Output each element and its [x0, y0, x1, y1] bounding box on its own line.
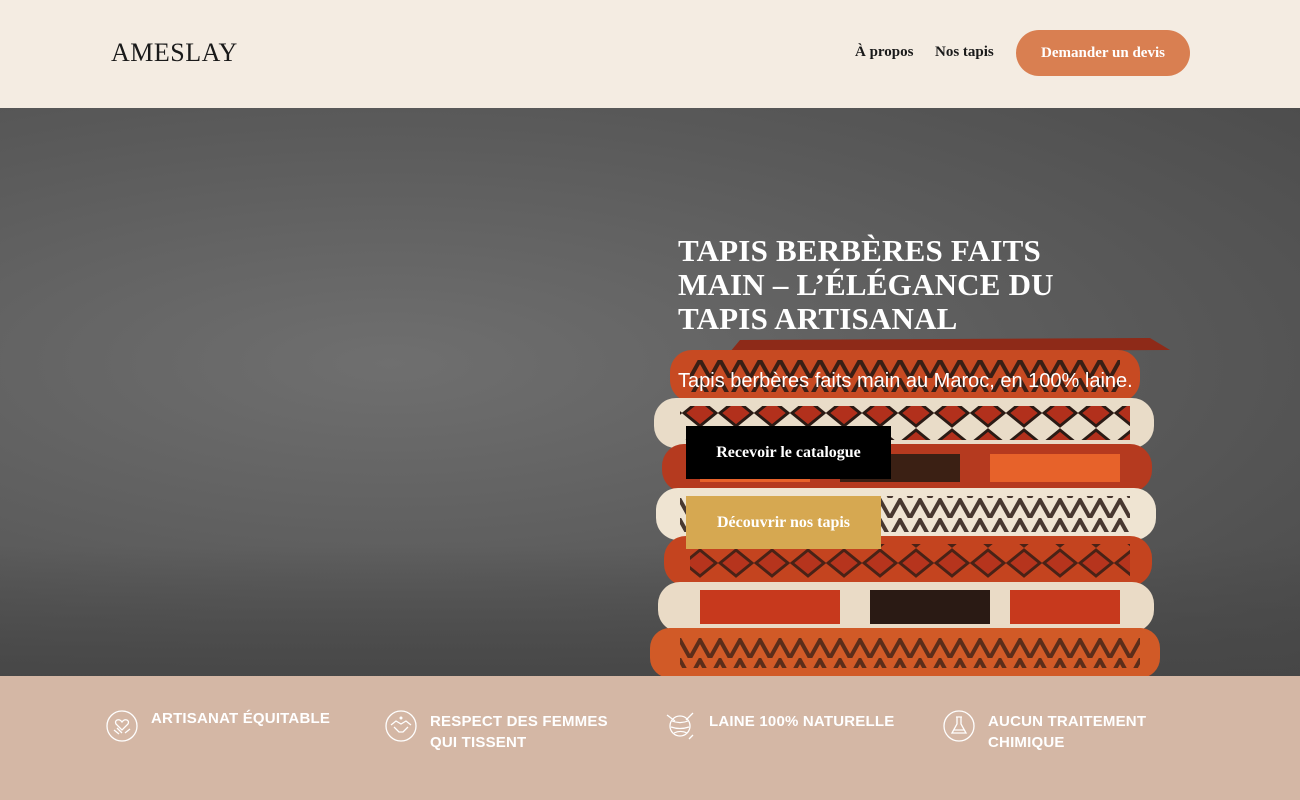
feature-label: Artisanat équitable	[151, 710, 331, 727]
site-header: AMESLAY À propos Nos tapis Demander un d…	[0, 0, 1300, 108]
feature-label: Respect des femmes qui tissent	[430, 713, 608, 751]
feature-item-no-chemicals: Aucun traitement chimique	[942, 710, 1163, 753]
feature-label: Laine 100% naturelle	[709, 713, 895, 730]
request-quote-button[interactable]: Demander un devis	[1016, 30, 1190, 76]
nav-link-about[interactable]: À propos	[855, 44, 914, 61]
hero-subtitle: Tapis berbères faits main au Maroc, en 1…	[678, 370, 1133, 392]
feature-item-women-respect: Respect des femmes qui tissent	[384, 710, 615, 753]
hero-title: Tapis berbères faits main – L’élégance d…	[678, 233, 1054, 336]
features-band: Artisanat équitable Respect des femmes q…	[0, 676, 1300, 800]
brand-logo[interactable]: AMESLAY	[111, 38, 238, 68]
handshake-icon	[385, 710, 417, 742]
feature-item-fair-trade: Artisanat équitable	[105, 710, 330, 743]
hero-section: Tapis berbères faits main – L’élégance d…	[0, 108, 1300, 676]
discover-rugs-button[interactable]: Découvrir nos tapis	[686, 496, 881, 549]
handshake-heart-icon	[106, 710, 138, 742]
feature-item-natural-wool: Laine 100% naturelle	[663, 710, 894, 743]
feature-label: Aucun traitement chimique	[988, 713, 1147, 751]
receive-catalog-button[interactable]: Recevoir le catalogue	[686, 426, 891, 479]
yarn-ball-icon	[666, 712, 694, 740]
flask-icon	[943, 710, 975, 742]
nav-link-rugs[interactable]: Nos tapis	[935, 44, 994, 61]
